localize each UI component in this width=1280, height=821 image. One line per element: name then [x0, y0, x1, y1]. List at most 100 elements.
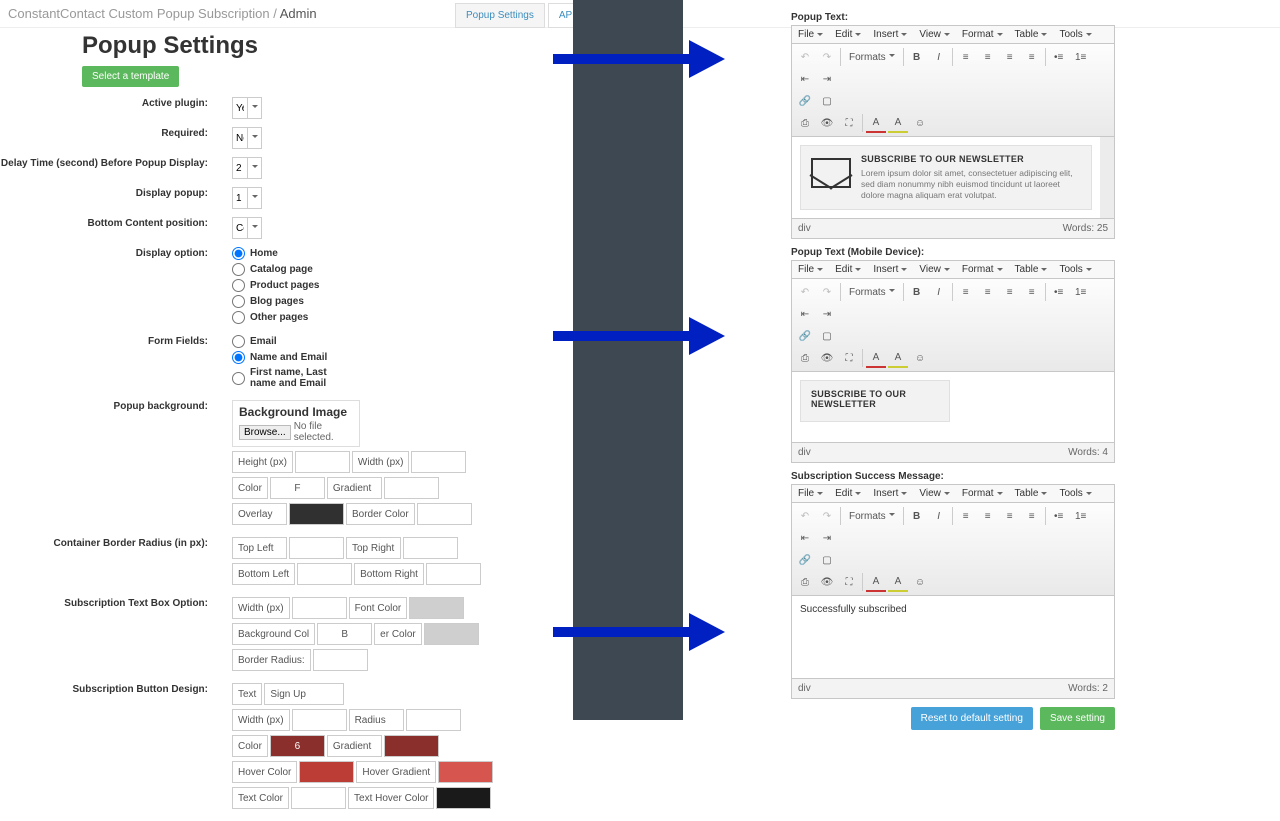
overlay-swatch[interactable]: [289, 503, 344, 525]
bl-input[interactable]: [297, 563, 352, 585]
image-icon[interactable]: ▢: [817, 326, 837, 346]
textcolor-icon[interactable]: A: [866, 572, 886, 592]
tab-popup-settings[interactable]: Popup Settings: [455, 3, 545, 28]
redo-icon[interactable]: ↷: [817, 282, 837, 302]
menu-table[interactable]: Table: [1009, 261, 1054, 278]
tb-width-input[interactable]: [292, 597, 347, 619]
emoji-icon[interactable]: ☺: [910, 348, 930, 368]
menu-insert[interactable]: Insert: [867, 26, 913, 43]
outdent-icon[interactable]: ⇤: [795, 69, 815, 89]
align-justify-icon[interactable]: ≡: [1022, 47, 1042, 67]
display-option-radio[interactable]: [232, 263, 245, 276]
required-value[interactable]: [233, 133, 247, 144]
formats-dropdown[interactable]: Formats: [844, 282, 900, 302]
br-input[interactable]: [426, 563, 481, 585]
link-icon[interactable]: 🔗: [795, 91, 815, 111]
menu-edit[interactable]: Edit: [829, 261, 867, 278]
align-right-icon[interactable]: ≡: [1000, 47, 1020, 67]
btn-textcolor-swatch[interactable]: [291, 787, 346, 809]
align-center-icon[interactable]: ≡: [978, 47, 998, 67]
italic-icon[interactable]: I: [929, 506, 949, 526]
emoji-icon[interactable]: ☺: [910, 113, 930, 133]
undo-icon[interactable]: ↶: [795, 506, 815, 526]
indent-icon[interactable]: ⇥: [817, 528, 837, 548]
bottom-content-value[interactable]: [233, 223, 247, 234]
fullscreen-icon[interactable]: ⛶: [839, 572, 859, 592]
display-option-radio[interactable]: [232, 247, 245, 260]
color-input[interactable]: F: [270, 477, 325, 499]
menu-tools[interactable]: Tools: [1053, 26, 1097, 43]
image-icon[interactable]: ▢: [817, 550, 837, 570]
display-popup-select[interactable]: [232, 187, 262, 209]
tl-input[interactable]: [289, 537, 344, 559]
delay-value[interactable]: [233, 163, 247, 174]
menu-format[interactable]: Format: [956, 261, 1009, 278]
undo-icon[interactable]: ↶: [795, 47, 815, 67]
browse-button[interactable]: Browse...: [239, 425, 291, 440]
menu-insert[interactable]: Insert: [867, 261, 913, 278]
menu-table[interactable]: Table: [1009, 26, 1054, 43]
tr-input[interactable]: [403, 537, 458, 559]
formats-dropdown[interactable]: Formats: [844, 506, 900, 526]
undo-icon[interactable]: ↶: [795, 282, 815, 302]
align-justify-icon[interactable]: ≡: [1022, 282, 1042, 302]
form-field-radio[interactable]: [232, 372, 245, 385]
display-popup-value[interactable]: [233, 193, 247, 204]
preview-icon[interactable]: 👁: [817, 113, 837, 133]
indent-icon[interactable]: ⇥: [817, 304, 837, 324]
print-icon[interactable]: ⎙: [795, 113, 815, 133]
btn-gradient-swatch[interactable]: [384, 735, 439, 757]
btn-texthover-swatch[interactable]: [436, 787, 491, 809]
gradient-swatch[interactable]: [384, 477, 439, 499]
tb-fontcolor-swatch[interactable]: [409, 597, 464, 619]
redo-icon[interactable]: ↷: [817, 47, 837, 67]
textcolor-icon[interactable]: A: [866, 113, 886, 133]
fullscreen-icon[interactable]: ⛶: [839, 348, 859, 368]
save-button[interactable]: Save setting: [1040, 707, 1115, 730]
bullet-list-icon[interactable]: •≡: [1049, 47, 1069, 67]
btn-radius-input[interactable]: [406, 709, 461, 731]
align-right-icon[interactable]: ≡: [1000, 506, 1020, 526]
textcolor-icon[interactable]: A: [866, 348, 886, 368]
menu-format[interactable]: Format: [956, 485, 1009, 502]
btn-hovercolor-swatch[interactable]: [299, 761, 354, 783]
outdent-icon[interactable]: ⇤: [795, 528, 815, 548]
preview-icon[interactable]: 👁: [817, 572, 837, 592]
image-icon[interactable]: ▢: [817, 91, 837, 111]
select-template-button[interactable]: Select a template: [82, 66, 179, 87]
form-field-radio[interactable]: [232, 351, 245, 364]
bottom-content-select[interactable]: [232, 217, 262, 239]
menu-file[interactable]: File: [792, 485, 829, 502]
numbered-list-icon[interactable]: 1≡: [1071, 47, 1091, 67]
align-left-icon[interactable]: ≡: [956, 282, 976, 302]
align-center-icon[interactable]: ≡: [978, 282, 998, 302]
delay-select[interactable]: [232, 157, 262, 179]
required-select[interactable]: [232, 127, 262, 149]
print-icon[interactable]: ⎙: [795, 572, 815, 592]
bgcolor-icon[interactable]: A: [888, 113, 908, 133]
outdent-icon[interactable]: ⇤: [795, 304, 815, 324]
link-icon[interactable]: 🔗: [795, 550, 815, 570]
numbered-list-icon[interactable]: 1≡: [1071, 506, 1091, 526]
editor-body[interactable]: SUBSCRIBE TO OUR NEWSLETTER: [792, 372, 1114, 442]
italic-icon[interactable]: I: [929, 47, 949, 67]
menu-tools[interactable]: Tools: [1053, 485, 1097, 502]
bgcolor-icon[interactable]: A: [888, 572, 908, 592]
bold-icon[interactable]: B: [907, 282, 927, 302]
bgcolor-icon[interactable]: A: [888, 348, 908, 368]
italic-icon[interactable]: I: [929, 282, 949, 302]
align-left-icon[interactable]: ≡: [956, 47, 976, 67]
height-input[interactable]: [295, 451, 350, 473]
btn-text-value[interactable]: Sign Up: [264, 683, 344, 705]
bold-icon[interactable]: B: [907, 506, 927, 526]
emoji-icon[interactable]: ☺: [910, 572, 930, 592]
menu-edit[interactable]: Edit: [829, 485, 867, 502]
indent-icon[interactable]: ⇥: [817, 69, 837, 89]
link-icon[interactable]: 🔗: [795, 326, 815, 346]
align-center-icon[interactable]: ≡: [978, 506, 998, 526]
display-option-radio[interactable]: [232, 311, 245, 324]
fullscreen-icon[interactable]: ⛶: [839, 113, 859, 133]
menu-table[interactable]: Table: [1009, 485, 1054, 502]
menu-view[interactable]: View: [913, 485, 956, 502]
tb-bordercolor-swatch[interactable]: [424, 623, 479, 645]
